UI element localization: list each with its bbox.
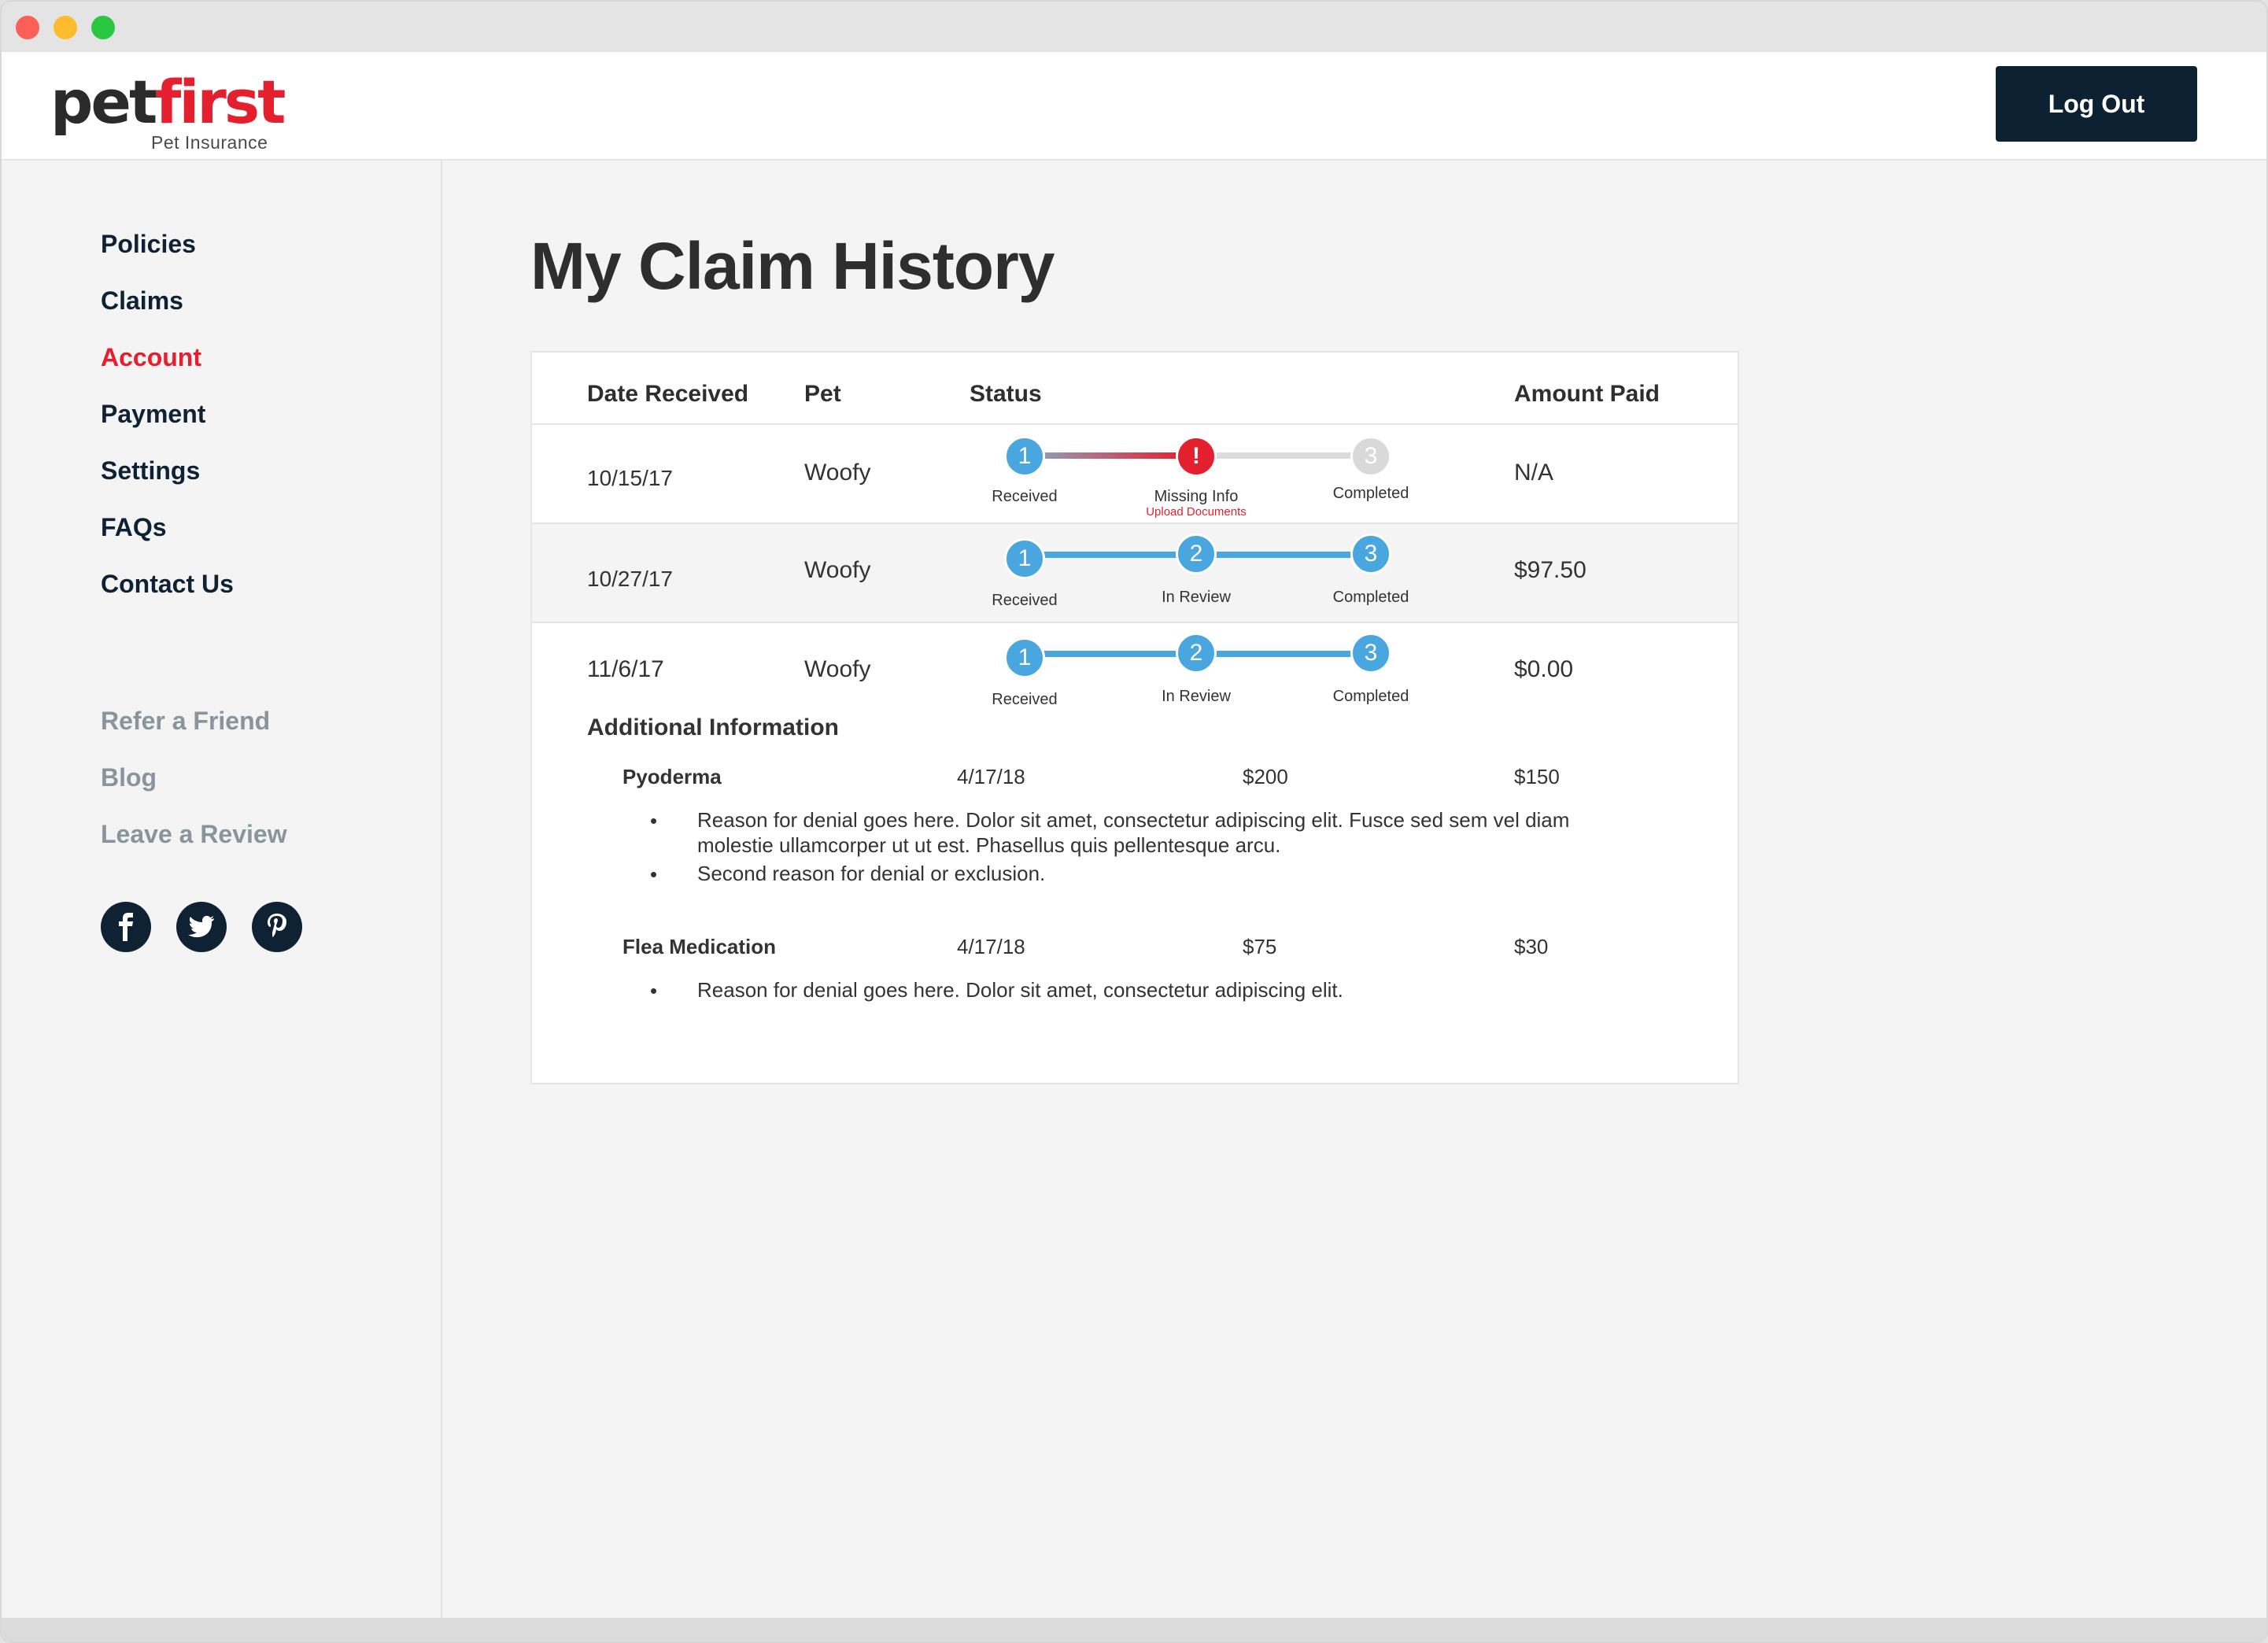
nav-account[interactable]: Account [101, 343, 201, 372]
status-stepper: 1 2 3 Received In Review Completed [973, 524, 1413, 618]
logo-subtitle: Pet Insurance [151, 132, 268, 153]
line-item-date: 4/17/18 [957, 935, 1025, 958]
row-amount: N/A [1514, 460, 1554, 486]
row-pet: Woofy [804, 656, 871, 682]
row-pet: Woofy [804, 557, 871, 583]
step-label: Received [992, 488, 1058, 505]
step-dot: 3 [1350, 534, 1391, 574]
col-header-date: Date Received [587, 381, 749, 407]
maximize-window-button[interactable] [91, 16, 115, 39]
nav-policies[interactable]: Policies [101, 230, 196, 259]
page-title: My Claim History [530, 229, 1055, 303]
petfirst-logo[interactable]: petfirst Pet Insurance [50, 69, 286, 153]
step-label: Missing Info [1154, 488, 1239, 505]
nav-blog[interactable]: Blog [101, 763, 157, 792]
logo-wordmark: petfirst [50, 67, 286, 137]
bullet-icon: • [650, 862, 658, 886]
step-label: Completed [1332, 688, 1409, 705]
nav-contact-us[interactable]: Contact Us [101, 570, 234, 599]
status-stepper: 1 ! 3 Received Missing Info Upload Docum… [973, 425, 1413, 519]
nav-refer-a-friend[interactable]: Refer a Friend [101, 707, 270, 736]
step-dot: 1 [1004, 538, 1045, 579]
logout-button[interactable]: Log Out [1996, 66, 2197, 142]
nav-claims[interactable]: Claims [101, 286, 183, 316]
bullet-icon: • [650, 979, 658, 1002]
line-item-date: 4/17/18 [957, 765, 1025, 788]
col-header-pet: Pet [804, 381, 841, 407]
line-item-name: Flea Medication [622, 935, 777, 958]
step-label: Completed [1332, 589, 1409, 606]
denial-reason: Second reason for denial or exclusion. [697, 862, 1046, 885]
step-dot: 1 [1004, 637, 1045, 678]
line-item-paid: $150 [1514, 765, 1560, 788]
row-amount: $97.50 [1514, 557, 1586, 583]
step-dot: 2 [1176, 633, 1217, 674]
status-stepper: 1 2 3 Received In Review Completed [973, 623, 1413, 718]
nav-leave-a-review[interactable]: Leave a Review [101, 820, 287, 849]
line-item-billed: $75 [1243, 935, 1277, 958]
window-bottom-bar [2, 1618, 2266, 1641]
top-bar: petfirst Pet Insurance Log Out [2, 52, 2266, 161]
twitter-icon[interactable] [176, 902, 227, 952]
close-window-button[interactable] [16, 16, 39, 39]
step-label: In Review [1162, 688, 1231, 705]
col-header-status: Status [970, 381, 1042, 407]
progress-track [1206, 452, 1372, 459]
additional-info-heading: Additional Information [587, 714, 839, 740]
window-titlebar [2, 2, 2266, 52]
row-date: 10/27/17 [587, 567, 673, 591]
line-item-billed: $200 [1243, 765, 1288, 788]
table-row[interactable]: 11/6/17 Woofy 1 2 3 Received In Review C… [532, 623, 1738, 718]
progress-track [1025, 452, 1185, 459]
step-label: Received [992, 592, 1058, 609]
minimize-window-button[interactable] [54, 16, 77, 39]
row-amount: $0.00 [1514, 656, 1574, 682]
logo-first-text: first [155, 67, 286, 137]
denial-reason: Reason for denial goes here. Dolor sit a… [697, 808, 1570, 857]
step-dot: 3 [1350, 436, 1391, 477]
claims-table: Date Received Pet Status Amount Paid 10/… [530, 351, 1739, 1084]
row-date: 11/6/17 [587, 656, 664, 682]
step-label: In Review [1162, 589, 1231, 606]
sidebar: Policies Claims Account Payment Settings… [2, 161, 442, 1619]
step-label: Completed [1332, 485, 1409, 502]
logo-pet-text: pet [50, 67, 157, 137]
alert-icon: ! [1176, 436, 1217, 477]
browser-window: petfirst Pet Insurance Log Out Policies … [0, 0, 2268, 1643]
step-dot: 1 [1004, 436, 1045, 477]
line-item-name: Pyoderma [622, 765, 722, 788]
step-dot: 3 [1350, 633, 1391, 674]
step-label: Received [992, 691, 1058, 708]
pinterest-icon[interactable] [252, 902, 302, 952]
main-content: My Claim History Date Received Pet Statu… [444, 161, 2266, 1619]
line-item-paid: $30 [1514, 935, 1549, 958]
table-row[interactable]: 10/27/17 Woofy 1 2 3 Received In Review … [532, 522, 1738, 623]
facebook-icon[interactable] [101, 902, 151, 952]
nav-payment[interactable]: Payment [101, 400, 205, 429]
table-row[interactable]: 10/15/17 Woofy 1 ! 3 Received Missing In… [532, 425, 1738, 522]
nav-settings[interactable]: Settings [101, 456, 200, 486]
nav-faqs[interactable]: FAQs [101, 513, 167, 542]
denial-reason: Reason for denial goes here. Dolor sit a… [697, 978, 1343, 1002]
col-header-amount: Amount Paid [1514, 381, 1660, 407]
upload-documents-link[interactable]: Upload Documents [1125, 505, 1267, 519]
row-pet: Woofy [804, 460, 871, 486]
row-date: 10/15/17 [587, 466, 673, 490]
bullet-icon: • [650, 809, 658, 833]
step-dot: 2 [1176, 534, 1217, 574]
